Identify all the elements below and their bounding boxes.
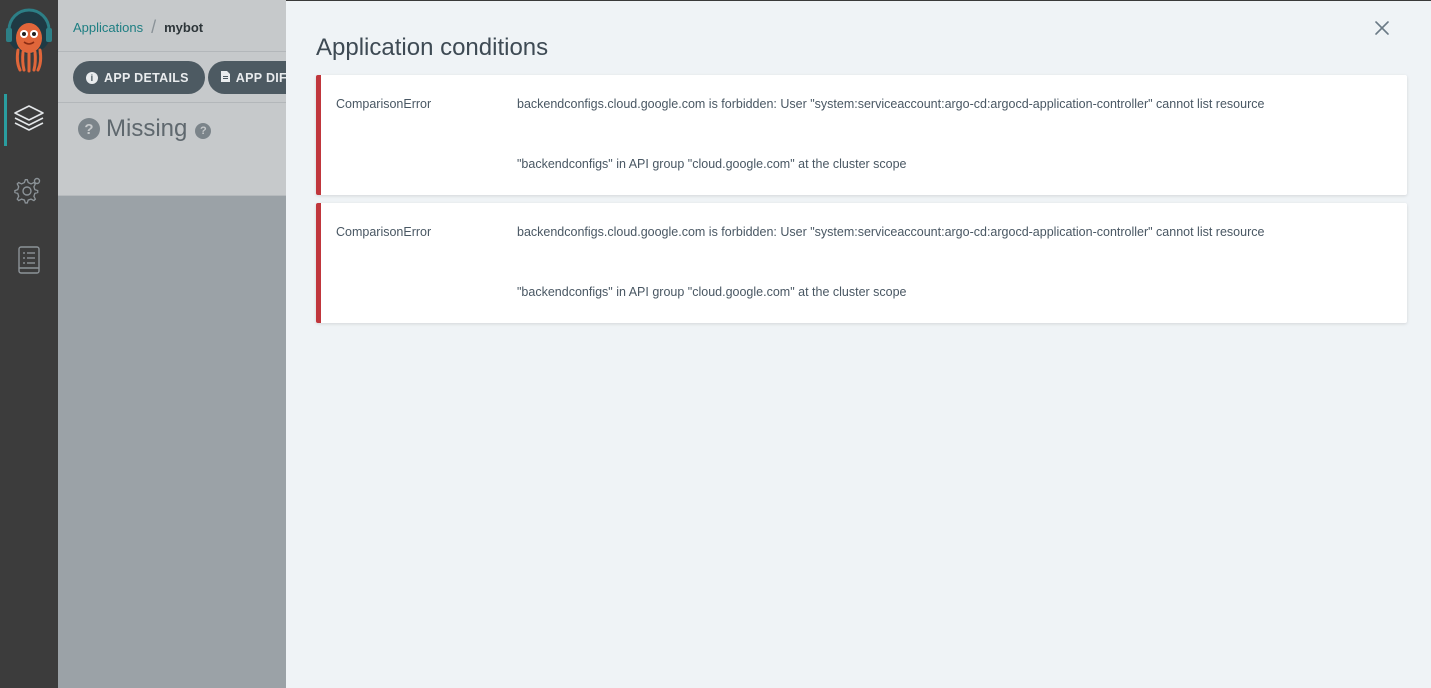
condition-type: ComparisonError <box>336 225 432 239</box>
layers-icon <box>13 102 45 139</box>
condition-type: ComparisonError <box>336 97 432 111</box>
argo-logo[interactable] <box>4 8 54 74</box>
nav-item-settings[interactable] <box>0 165 58 217</box>
book-icon <box>16 245 42 280</box>
breadcrumb: Applications / mybot <box>73 17 203 38</box>
question-circle-icon: ? <box>78 118 100 140</box>
left-nav <box>0 0 58 688</box>
health-status-text: Missing <box>106 115 188 142</box>
app-details-label: APP DETAILS <box>104 70 189 85</box>
nav-item-applications[interactable] <box>0 94 58 146</box>
conditions-list: ComparisonError backendconfigs.cloud.goo… <box>316 75 1407 331</box>
condition-message: backendconfigs.cloud.google.com is forbi… <box>517 75 1397 195</box>
condition-message-line: "backendconfigs" in API group "cloud.goo… <box>517 285 907 299</box>
info-icon: i <box>86 71 98 84</box>
gear-icon <box>14 174 44 209</box>
breadcrumb-current: mybot <box>164 20 204 35</box>
nav-item-user-info[interactable] <box>0 236 58 288</box>
app-details-button[interactable]: i APP DETAILS <box>73 61 205 94</box>
close-icon <box>1372 21 1392 42</box>
panel-title: Application conditions <box>316 34 549 61</box>
breadcrumb-applications-link[interactable]: Applications <box>73 20 143 35</box>
conditions-panel: Application conditions ComparisonError b… <box>286 0 1431 688</box>
condition-message-line: backendconfigs.cloud.google.com is forbi… <box>517 225 1265 239</box>
condition-card: ComparisonError backendconfigs.cloud.goo… <box>316 75 1407 195</box>
health-status: ? Missing ? <box>78 115 212 143</box>
toolbar: i APP DETAILS APP DIFF <box>73 61 311 94</box>
condition-message-line: backendconfigs.cloud.google.com is forbi… <box>517 97 1265 111</box>
file-icon <box>220 70 230 85</box>
condition-message: backendconfigs.cloud.google.com is forbi… <box>517 203 1397 323</box>
condition-message-line: "backendconfigs" in API group "cloud.goo… <box>517 157 907 171</box>
close-button[interactable] <box>1372 18 1392 38</box>
condition-card: ComparisonError backendconfigs.cloud.goo… <box>316 203 1407 323</box>
breadcrumb-separator: / <box>151 17 157 37</box>
help-icon[interactable]: ? <box>195 122 212 139</box>
